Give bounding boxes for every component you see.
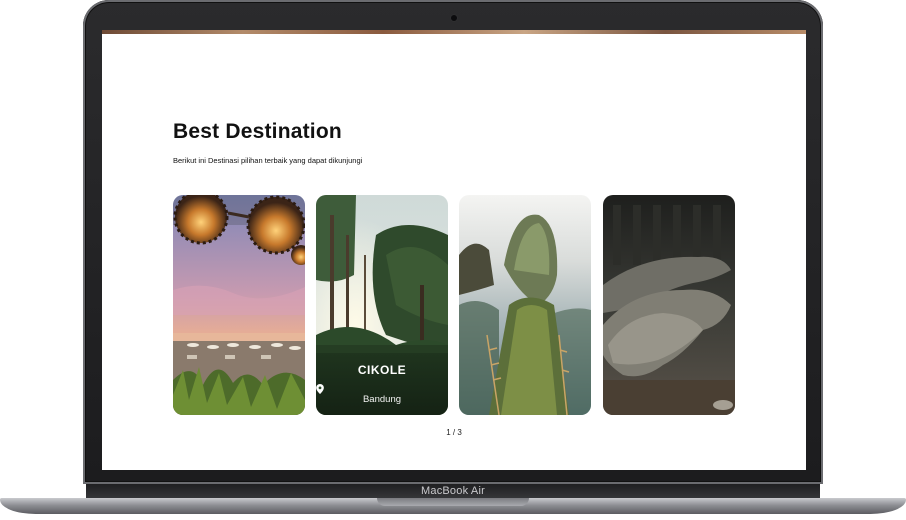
header-image-strip — [102, 30, 806, 34]
destination-card-cliff[interactable] — [459, 195, 591, 415]
laptop-notch — [377, 498, 529, 506]
slider-pagination: 1 / 3 — [446, 428, 462, 437]
laptop-base: MacBook Air — [0, 484, 906, 520]
page-subtitle: Berikut ini Destinasi pilihan terbaik ya… — [173, 156, 363, 165]
destination-card-komodo[interactable] — [603, 195, 735, 415]
card-title: CIKOLE — [357, 363, 407, 377]
komodo-dragons-image — [603, 195, 735, 415]
map-pin-icon — [316, 384, 324, 394]
destination-card-cikole[interactable]: CIKOLE Bandung — [316, 195, 448, 415]
sea-cliff-image — [459, 195, 591, 415]
device-brand-label: MacBook Air — [421, 485, 485, 497]
page-title: Best Destination — [173, 120, 342, 143]
beach-lanterns-image — [173, 195, 305, 415]
card-location: Bandung — [316, 384, 448, 405]
card-location-label: Bandung — [362, 394, 402, 405]
screen: Best Destination Berikut ini Destinasi p… — [102, 30, 806, 470]
destination-card-beach[interactable] — [173, 195, 305, 415]
camera-icon — [451, 15, 457, 21]
